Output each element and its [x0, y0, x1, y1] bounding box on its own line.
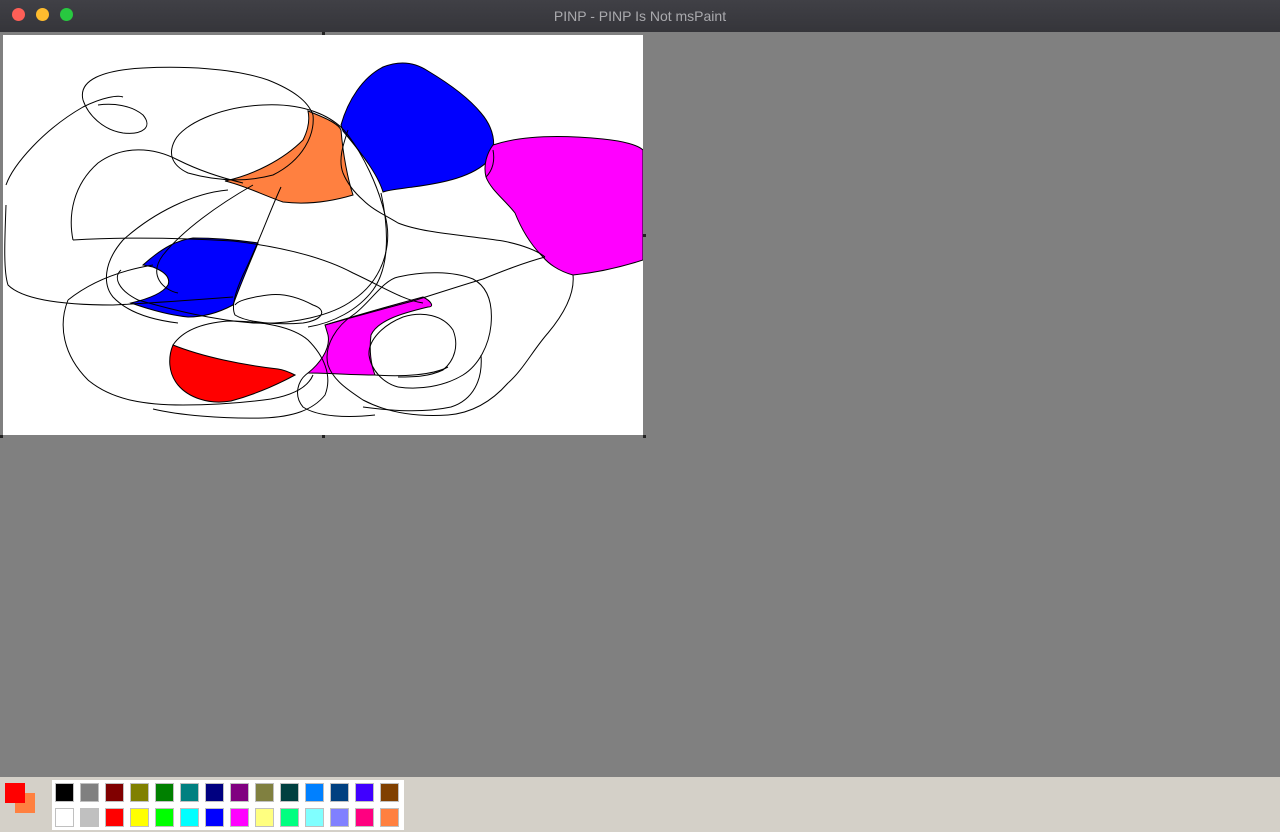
color-palette [52, 780, 404, 830]
palette-color-swatch[interactable] [280, 783, 299, 802]
palette-color-swatch[interactable] [305, 808, 324, 827]
blue-fill-region-top [340, 62, 495, 193]
palette-color-swatch[interactable] [305, 783, 324, 802]
magenta-fill-region-right [484, 136, 643, 276]
palette-color-swatch[interactable] [130, 808, 149, 827]
title-bar: PINP - PINP Is Not msPaint [0, 0, 1280, 32]
palette-color-swatch[interactable] [130, 783, 149, 802]
palette-color-swatch[interactable] [205, 783, 224, 802]
palette-color-swatch[interactable] [230, 808, 249, 827]
window-title: PINP - PINP Is Not msPaint [553, 8, 727, 24]
color-palette-bar [0, 777, 1280, 832]
palette-color-swatch[interactable] [255, 808, 274, 827]
palette-color-swatch[interactable] [80, 783, 99, 802]
palette-color-swatch[interactable] [105, 783, 124, 802]
red-fill-region [169, 344, 297, 403]
palette-color-swatch[interactable] [255, 783, 274, 802]
palette-color-swatch[interactable] [180, 808, 199, 827]
foreground-color-swatch[interactable] [5, 783, 25, 803]
canvas-resize-handle-top[interactable] [322, 32, 325, 35]
palette-color-swatch[interactable] [355, 783, 374, 802]
orange-fill-region [224, 110, 354, 204]
palette-color-swatch[interactable] [380, 783, 399, 802]
canvas-resize-handle-corner[interactable] [643, 435, 646, 438]
palette-color-swatch[interactable] [330, 783, 349, 802]
canvas-resize-handle-left[interactable] [0, 435, 3, 438]
palette-color-swatch[interactable] [55, 783, 74, 802]
palette-color-swatch[interactable] [380, 808, 399, 827]
canvas-workspace [0, 32, 1280, 777]
palette-color-swatch[interactable] [355, 808, 374, 827]
palette-color-swatch[interactable] [280, 808, 299, 827]
palette-color-swatch[interactable] [205, 808, 224, 827]
palette-color-swatch[interactable] [55, 808, 74, 827]
palette-color-swatch[interactable] [180, 783, 199, 802]
drawing-artwork [4, 62, 643, 419]
palette-color-swatch[interactable] [105, 808, 124, 827]
canvas-resize-handle-bottom[interactable] [322, 435, 325, 438]
drawing-canvas[interactable] [3, 35, 643, 435]
canvas-resize-handle-right[interactable] [643, 234, 646, 237]
magenta-fill-region-center [306, 296, 433, 376]
palette-color-swatch[interactable] [330, 808, 349, 827]
palette-color-swatch[interactable] [80, 808, 99, 827]
palette-color-swatch[interactable] [155, 808, 174, 827]
palette-color-swatch[interactable] [230, 783, 249, 802]
current-colors-indicator [4, 782, 36, 814]
blue-fill-region-left [129, 237, 259, 318]
palette-color-swatch[interactable] [155, 783, 174, 802]
